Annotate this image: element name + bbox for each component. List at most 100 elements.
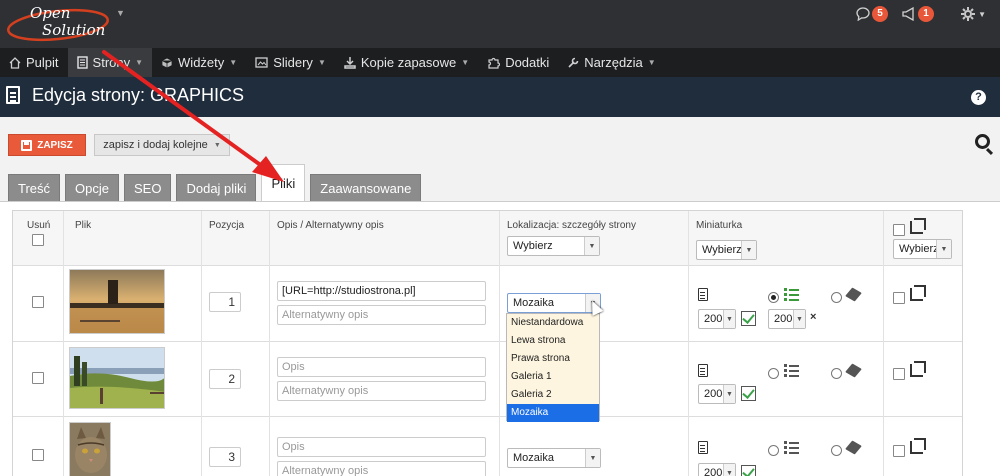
menu-item-kopie-zapasowe[interactable]: Kopie zapasowe ▼ bbox=[335, 48, 478, 77]
tab-zaawansowane[interactable]: Zaawansowane bbox=[310, 174, 422, 201]
select-all-checkbox[interactable] bbox=[32, 234, 44, 246]
thumb-cube-radio[interactable] bbox=[831, 445, 842, 456]
dropdown-option-mozaika[interactable]: Mozaika bbox=[507, 404, 599, 422]
thumb-cube-radio[interactable] bbox=[831, 292, 842, 303]
top-right-tools: 5 1 ▼ bbox=[856, 4, 986, 24]
save-button[interactable]: ZAPISZ bbox=[8, 134, 86, 156]
apply-check-icon[interactable] bbox=[741, 311, 756, 326]
location-select[interactable]: Mozaika ▼ bbox=[507, 448, 601, 468]
thumb-list-radio[interactable] bbox=[768, 445, 779, 456]
file-thumbnail[interactable] bbox=[69, 347, 165, 409]
help-icon[interactable]: ? bbox=[971, 90, 986, 105]
location-dropdown-list: Niestandardowa Lewa strona Prawa strona … bbox=[506, 313, 600, 422]
crop-bulk-select[interactable]: Wybierz ▼ bbox=[893, 239, 952, 259]
table-row: 3 Opis Alternatywny opis Mozaika ▼ 200 ▼ bbox=[13, 417, 962, 476]
tab-pliki[interactable]: Pliki bbox=[261, 164, 306, 201]
alt-description-input[interactable]: Alternatywny opis bbox=[277, 461, 486, 476]
search-icon[interactable] bbox=[975, 134, 990, 149]
puzzle-icon bbox=[488, 57, 501, 69]
tab-seo[interactable]: SEO bbox=[124, 174, 172, 201]
header-location: Lokalizacja: szczegóły strony bbox=[507, 220, 636, 231]
crop-checkbox[interactable] bbox=[893, 445, 905, 457]
wrench-icon bbox=[568, 57, 579, 68]
top-bar: Open Solution ▼ 5 1 ▼ bbox=[0, 0, 1000, 48]
size-select[interactable]: 200 ▼ bbox=[698, 463, 736, 476]
thumbnail-bulk-select[interactable]: Wybierz ▼ bbox=[696, 240, 757, 260]
cube-icon bbox=[845, 287, 862, 302]
tabs-baseline bbox=[0, 201, 1000, 210]
home-icon bbox=[9, 56, 21, 69]
crop-checkbox[interactable] bbox=[893, 368, 905, 380]
tab-tresc[interactable]: Treść bbox=[8, 174, 61, 201]
comments-button[interactable]: 5 bbox=[856, 6, 889, 22]
list-icon bbox=[784, 441, 799, 454]
tab-dodaj-pliki[interactable]: Dodaj pliki bbox=[176, 174, 257, 201]
delete-checkbox[interactable] bbox=[32, 449, 44, 461]
description-input[interactable]: [URL=http://studiostrona.pl] bbox=[277, 281, 486, 301]
dropdown-option-lewa-strona[interactable]: Lewa strona bbox=[507, 332, 599, 350]
chevron-down-icon: ▼ bbox=[229, 58, 238, 67]
position-input[interactable]: 2 bbox=[209, 369, 241, 389]
column-divider bbox=[883, 211, 884, 476]
crop-checkbox[interactable] bbox=[893, 292, 905, 304]
remove-icon[interactable]: × bbox=[810, 311, 816, 323]
logo-caret-icon[interactable]: ▼ bbox=[116, 8, 125, 18]
thumb-cube-radio[interactable] bbox=[831, 368, 842, 379]
column-divider bbox=[63, 211, 64, 476]
size-select-2[interactable]: 200 ▼ bbox=[768, 309, 806, 329]
dropdown-option-niestandardowa[interactable]: Niestandardowa bbox=[507, 314, 599, 332]
chevron-down-icon: ▼ bbox=[135, 58, 144, 67]
crop-all-checkbox[interactable] bbox=[893, 224, 905, 236]
menu-item-dodatki[interactable]: Dodatki bbox=[478, 48, 558, 77]
column-divider bbox=[269, 211, 270, 476]
document-icon bbox=[698, 288, 708, 301]
logo[interactable]: Open Solution bbox=[6, 3, 118, 43]
chevron-down-icon: ▼ bbox=[317, 58, 326, 67]
chevron-down-icon: ▼ bbox=[461, 58, 470, 67]
position-input[interactable]: 1 bbox=[209, 292, 241, 312]
title-bar: Edycja strony: GRAPHICS ? bbox=[0, 77, 1000, 117]
dropdown-option-galeria-2[interactable]: Galeria 2 bbox=[507, 386, 599, 404]
file-thumbnail[interactable] bbox=[69, 422, 111, 476]
crop-icon bbox=[910, 218, 926, 234]
crop-icon bbox=[910, 361, 926, 377]
dropdown-option-galeria-1[interactable]: Galeria 1 bbox=[507, 368, 599, 386]
dropdown-option-prawa-strona[interactable]: Prawa strona bbox=[507, 350, 599, 368]
settings-button[interactable]: ▼ bbox=[960, 6, 986, 22]
megaphone-icon bbox=[902, 7, 914, 21]
menu-item-pulpit[interactable]: Pulpit bbox=[0, 48, 68, 77]
alt-description-input[interactable]: Alternatywny opis bbox=[277, 381, 486, 401]
chevron-down-icon: ▼ bbox=[793, 310, 805, 328]
list-icon bbox=[784, 364, 799, 377]
thumb-list-radio[interactable] bbox=[768, 368, 779, 379]
delete-checkbox[interactable] bbox=[32, 296, 44, 308]
file-thumbnail[interactable] bbox=[69, 269, 165, 334]
page-title: Edycja strony: GRAPHICS bbox=[32, 85, 245, 105]
lake-sunset-image bbox=[70, 270, 164, 333]
notifications-button[interactable]: 1 bbox=[902, 6, 935, 22]
location-bulk-select[interactable]: Wybierz ▼ bbox=[507, 236, 600, 256]
size-select[interactable]: 200 ▼ bbox=[698, 384, 736, 404]
header-delete: Usuń bbox=[27, 220, 51, 231]
menu-item-strony[interactable]: Strony ▼ bbox=[67, 48, 153, 77]
menu-item-slidery[interactable]: Slidery ▼ bbox=[246, 48, 335, 77]
description-input[interactable]: Opis bbox=[277, 437, 486, 457]
apply-check-icon[interactable] bbox=[741, 465, 756, 476]
table-row: 1 [URL=http://studiostrona.pl] Alternaty… bbox=[13, 266, 962, 342]
header-thumbnail: Miniaturka bbox=[696, 220, 743, 231]
alt-description-input[interactable]: Alternatywny opis bbox=[277, 305, 486, 325]
position-input[interactable]: 3 bbox=[209, 447, 241, 467]
apply-check-icon[interactable] bbox=[741, 386, 756, 401]
save-and-add-button[interactable]: zapisz i dodaj kolejne ▼ bbox=[94, 134, 230, 156]
size-select[interactable]: 200 ▼ bbox=[698, 309, 736, 329]
comments-badge: 5 bbox=[872, 6, 889, 22]
action-bar: ZAPISZ zapisz i dodaj kolejne ▼ Treść Op… bbox=[0, 117, 1000, 210]
delete-checkbox[interactable] bbox=[32, 372, 44, 384]
chevron-down-icon: ▼ bbox=[723, 310, 735, 328]
menu-item-narzedzia[interactable]: Narzędzia ▼ bbox=[558, 48, 664, 77]
notifications-badge: 1 bbox=[918, 6, 935, 22]
thumb-list-radio[interactable] bbox=[768, 292, 779, 303]
description-input[interactable]: Opis bbox=[277, 357, 486, 377]
menu-item-widzety[interactable]: Widżety ▼ bbox=[152, 48, 246, 77]
tab-opcje[interactable]: Opcje bbox=[65, 174, 119, 201]
